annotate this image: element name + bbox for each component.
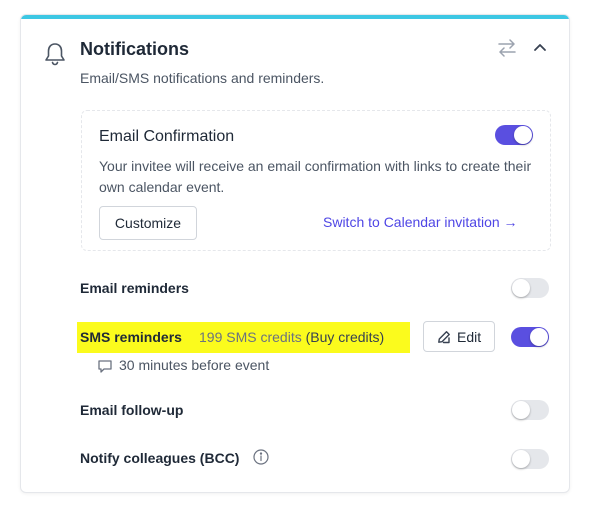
card-accent-bar [21, 15, 569, 19]
swap-arrows-icon[interactable] [496, 38, 518, 58]
email-confirmation-title: Email Confirmation [99, 128, 235, 145]
customize-button[interactable]: Customize [99, 206, 197, 240]
toggle-knob [514, 126, 532, 144]
toggle-knob [530, 328, 548, 346]
email-followup-label: Email follow-up [80, 402, 184, 418]
buy-credits-link[interactable]: (Buy credits) [306, 329, 385, 345]
toggle-knob [512, 450, 530, 468]
switch-to-calendar-invitation-link[interactable]: Switch to Calendar invitation → [323, 214, 518, 230]
sms-credits-info: 199 SMS credits (Buy credits) [199, 329, 384, 345]
notify-colleagues-toggle[interactable] [511, 449, 549, 469]
edit-label: Edit [457, 329, 482, 345]
sms-credits-count: 199 SMS credits [199, 329, 302, 345]
sms-reminder-timing: 30 minutes before event [119, 357, 270, 373]
notify-colleagues-label: Notify colleagues (BCC) [80, 450, 240, 466]
chevron-up-icon[interactable] [531, 39, 549, 55]
email-reminders-toggle[interactable] [511, 278, 549, 298]
email-confirmation-toggle[interactable] [495, 125, 533, 145]
toggle-knob [512, 279, 530, 297]
toggle-knob [512, 401, 530, 419]
email-confirmation-panel: Email Confirmation Your invitee will rec… [81, 110, 551, 251]
sms-reminders-toggle[interactable] [511, 327, 549, 347]
sms-reminders-label: SMS reminders [80, 329, 182, 345]
info-icon[interactable] [253, 449, 269, 465]
bell-icon [45, 43, 65, 66]
edit-pencil-icon [438, 331, 450, 344]
email-confirmation-description: Your invitee will receive an email confi… [99, 158, 532, 195]
edit-sms-button[interactable]: Edit [423, 321, 495, 352]
section-title: Notifications [80, 39, 190, 59]
email-followup-toggle[interactable] [511, 400, 549, 420]
comment-icon [98, 360, 112, 373]
email-reminders-label: Email reminders [80, 280, 189, 296]
section-subtitle: Email/SMS notifications and reminders. [80, 70, 325, 86]
notifications-card: Notifications Email/SMS notifications an… [20, 14, 570, 493]
